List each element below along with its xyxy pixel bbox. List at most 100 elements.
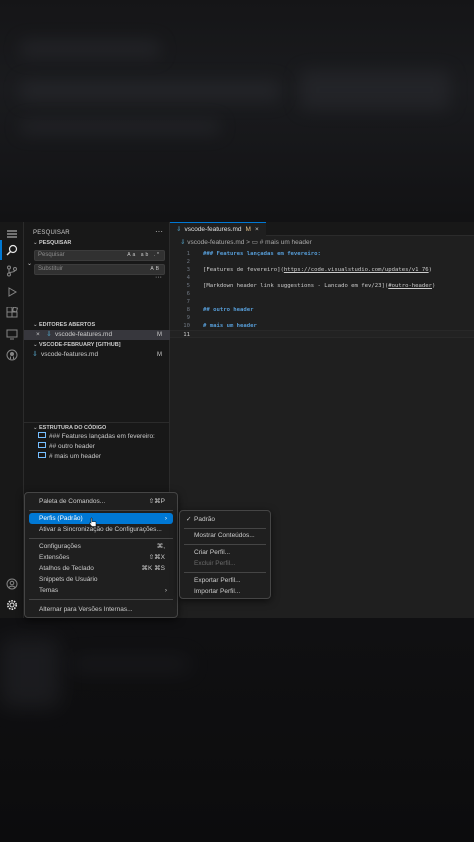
line-content: [Markdown header link suggestions - Lanc…	[203, 283, 436, 289]
extensions-icon[interactable]	[4, 305, 20, 321]
menu-item-command-palette[interactable]: Paleta de Comandos... ⇧⌘P	[29, 496, 173, 507]
sidebar-more-icon[interactable]: ···	[155, 226, 163, 238]
menu-item-user-snippets[interactable]: Snippets de Usuário	[29, 574, 173, 585]
line-content: ## outro header	[203, 307, 254, 313]
string-symbol-icon	[38, 442, 46, 449]
replace-placeholder: Substituir	[38, 266, 64, 272]
code-line[interactable]: 2	[170, 258, 474, 266]
line-number: 7	[186, 299, 190, 305]
menu-item-keyboard-shortcuts[interactable]: Atalhos de Teclado ⌘K ⌘S	[29, 563, 173, 574]
menu-item-themes[interactable]: Temas ›	[29, 585, 173, 596]
markdown-file-icon: ⇓	[46, 331, 52, 338]
close-icon[interactable]: ×	[36, 330, 40, 340]
toggle-replace-icon[interactable]: ⌄	[27, 260, 32, 267]
menu-separator	[184, 544, 266, 545]
blurred-background-bottom	[0, 618, 474, 842]
code-line[interactable]: 4	[170, 274, 474, 282]
line-number: 3	[186, 267, 190, 273]
code-line[interactable]: 9	[170, 314, 474, 322]
outline-item[interactable]: ### Features lançadas em fevereiro:	[38, 432, 155, 442]
menu-item-extensions[interactable]: Extensões ⇧⌘X	[29, 552, 173, 563]
search-icon[interactable]	[4, 242, 20, 258]
outline-item[interactable]: # mais um header	[38, 452, 101, 462]
line-content: ### Features lançadas em fevereiro:	[203, 251, 321, 257]
menu-item-show-contents[interactable]: Mostrar Conteúdos...	[184, 530, 266, 541]
link-url[interactable]: https://code.visualstudio.com/updates/v1…	[284, 267, 429, 273]
workspace-header[interactable]: ⌄VSCODE-FEBRUARY [GITHUB]	[24, 340, 170, 350]
breadcrumb-file[interactable]: vscode-features.md	[187, 239, 244, 246]
replace-input[interactable]: Substituir AB	[34, 264, 165, 275]
breadcrumb: ⇓ vscode-features.md > ▭ # mais um heade…	[180, 238, 312, 248]
line-number: 11	[183, 332, 190, 338]
open-editor-item[interactable]: × ⇓ vscode-features.md M	[24, 330, 170, 340]
link-url[interactable]: #outro-header	[388, 283, 432, 289]
menu-separator	[29, 538, 173, 539]
line-number: 10	[183, 323, 190, 329]
menu-item-insiders[interactable]: Alternar para Versões Internas...	[29, 604, 173, 615]
menu-item-profiles[interactable]: Perfis (Padrão) ›	[29, 513, 173, 524]
code-line[interactable]: 5 [Markdown header link suggestions - Lan…	[170, 282, 474, 290]
blurred-background-top	[0, 0, 474, 222]
gear-icon[interactable]	[4, 597, 20, 613]
menu-item-profile-default[interactable]: ✓ Padrão	[184, 514, 266, 525]
workspace-file-item[interactable]: ⇓ vscode-features.md M	[24, 350, 170, 360]
outline-header[interactable]: ⌄ESTRUTURA DO CÓDIGO	[24, 422, 170, 432]
search-section-header[interactable]: ⌄PESQUISAR	[24, 238, 170, 248]
menu-item-export-profile[interactable]: Exportar Perfil...	[184, 575, 266, 586]
code-line[interactable]: 7	[170, 298, 474, 306]
profiles-submenu: ✓ Padrão Mostrar Conteúdos... Criar Perfi…	[179, 510, 271, 599]
breadcrumb-symbol[interactable]: # mais um header	[260, 239, 312, 246]
code-line[interactable]: 11	[170, 330, 474, 338]
outline-item[interactable]: ## outro header	[38, 442, 95, 452]
code-line[interactable]: 1 ### Features lançadas em fevereiro:	[170, 250, 474, 258]
run-debug-icon[interactable]	[4, 284, 20, 300]
line-number: 1	[186, 251, 190, 257]
menu-separator	[29, 510, 173, 511]
menu-item-import-profile[interactable]: Importar Perfil...	[184, 586, 266, 597]
menu-separator	[184, 572, 266, 573]
active-indicator	[0, 240, 2, 260]
file-name: vscode-features.md	[41, 351, 99, 358]
open-editors-header[interactable]: ⌄EDITORES ABERTOS	[24, 320, 170, 330]
menu-item-delete-profile: Excluir Perfil...	[194, 560, 236, 567]
preserve-case-option[interactable]: AB	[150, 265, 161, 274]
line-number: 2	[186, 259, 190, 265]
modified-badge: M	[157, 332, 162, 338]
hand-pointer-icon	[89, 517, 97, 527]
string-symbol-icon	[38, 452, 46, 459]
line-content: # mais um header	[203, 323, 257, 329]
menu-icon[interactable]	[4, 226, 20, 242]
accounts-icon[interactable]	[4, 576, 20, 592]
editor-tab[interactable]: ⇓ vscode-features.md M ×	[170, 222, 266, 236]
modified-badge: M	[157, 352, 162, 358]
code-line[interactable]: 8 ## outro header	[170, 306, 474, 314]
remote-explorer-icon[interactable]	[4, 326, 20, 342]
search-placeholder: Pesquisar	[38, 252, 65, 258]
file-name: vscode-features.md	[55, 331, 113, 338]
line-number: 4	[186, 275, 190, 281]
line-content: [Features de fevereiro](https://code.vis…	[203, 267, 433, 273]
github-icon[interactable]	[4, 347, 20, 363]
close-icon[interactable]: ×	[255, 226, 259, 233]
code-line[interactable]: 6	[170, 290, 474, 298]
modified-badge: M	[245, 226, 251, 233]
chevron-right-icon: ›	[164, 515, 167, 522]
code-line[interactable]: 3 [Features de fevereiro](https://code.vi…	[170, 266, 474, 274]
menu-item-create-profile[interactable]: Criar Perfil...	[184, 547, 266, 558]
code-line[interactable]: 10 # mais um header	[170, 322, 474, 330]
symbol-icon: ▭	[251, 239, 258, 246]
source-control-icon[interactable]	[4, 263, 20, 279]
markdown-file-icon: ⇓	[176, 226, 182, 233]
menu-item-settings[interactable]: Configurações ⌘,	[29, 541, 173, 552]
markdown-file-icon: ⇓	[180, 239, 186, 246]
line-number: 6	[186, 291, 190, 297]
search-options[interactable]: Aa ab .*	[127, 251, 161, 260]
breadcrumb-separator: >	[246, 239, 250, 246]
menu-item-settings-sync[interactable]: Ativar a Sincronização de Configurações.…	[29, 524, 173, 535]
string-symbol-icon	[38, 432, 46, 439]
search-input[interactable]: Pesquisar Aa ab .*	[34, 250, 165, 261]
manage-menu: Paleta de Comandos... ⇧⌘P Perfis (Padrão)…	[24, 492, 178, 618]
menu-separator	[29, 599, 173, 600]
line-number: 9	[186, 315, 190, 321]
search-details-more-icon[interactable]: ···	[155, 274, 162, 281]
